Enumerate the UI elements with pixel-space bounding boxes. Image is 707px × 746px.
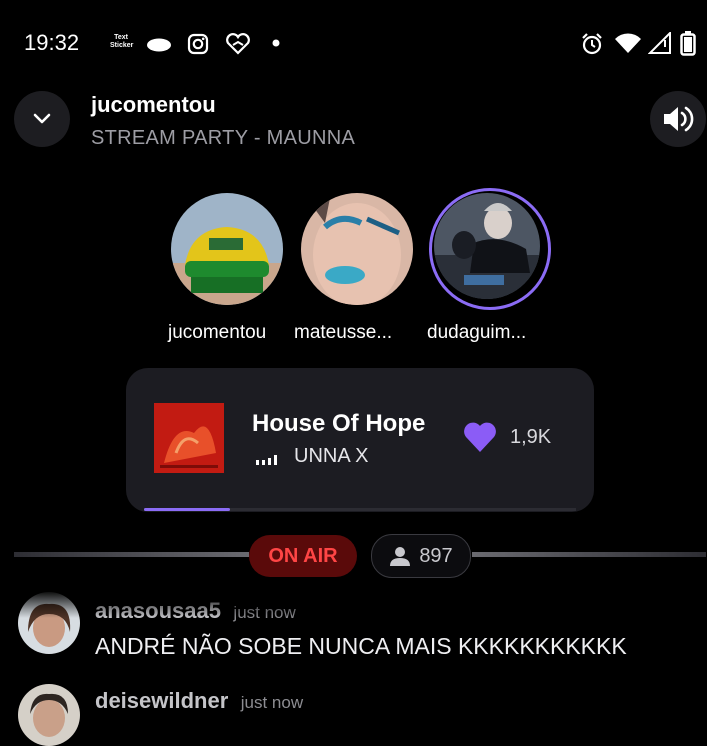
participant-avatar-jucomentou[interactable] xyxy=(171,193,283,305)
signal-icon xyxy=(648,32,671,54)
cloud-icon xyxy=(147,38,171,52)
participant-name: mateusse... xyxy=(294,322,393,343)
heart-app-icon xyxy=(226,33,250,55)
viewer-count: 897 xyxy=(419,544,453,567)
dot-icon xyxy=(272,39,280,47)
equalizer-icon xyxy=(256,455,277,465)
alarm-icon xyxy=(582,33,602,55)
status-time: 19:32 xyxy=(24,30,80,55)
chat-header: deisewildner just now xyxy=(95,688,303,714)
party-host-title: jucomentou xyxy=(91,92,216,117)
like-count: 1,9K xyxy=(510,426,552,448)
chat-avatar[interactable] xyxy=(18,684,80,746)
collapse-button[interactable] xyxy=(14,91,70,147)
chat-fade xyxy=(0,590,707,618)
person-icon xyxy=(390,547,411,566)
battery-icon xyxy=(680,31,696,56)
song-progress-bar xyxy=(144,508,576,511)
participant-name: dudaguim... xyxy=(427,322,527,343)
song-artist: UNNA X xyxy=(294,445,369,467)
volume-icon xyxy=(664,106,694,132)
on-air-badge: ON AIR xyxy=(249,535,357,577)
now-playing-card[interactable]: House Of Hope UNNA X 1,9K xyxy=(126,368,594,512)
heart-icon[interactable] xyxy=(462,420,498,454)
party-subtitle: STREAM PARTY - MAUNNA xyxy=(91,127,356,149)
participant-name: jucomentou xyxy=(168,322,267,343)
chat-username[interactable]: deisewildner xyxy=(95,688,228,713)
wifi-icon xyxy=(615,33,641,53)
song-progress-fill xyxy=(144,508,231,511)
chevron-down-icon xyxy=(33,113,51,124)
song-title: House Of Hope xyxy=(252,410,426,437)
participant-avatar-mateusse[interactable] xyxy=(301,193,413,305)
divider-right xyxy=(472,552,706,557)
instagram-icon xyxy=(187,33,209,55)
divider-left xyxy=(14,552,249,557)
chat-message: ANDRÉ NÃO SOBE NUNCA MAIS KKKKKKKKKKK xyxy=(95,633,627,659)
chat-timestamp: just now xyxy=(240,693,304,712)
viewer-count-badge[interactable]: 897 xyxy=(371,534,471,578)
text-sticker-icon: Text Sticker xyxy=(110,34,134,49)
volume-button[interactable] xyxy=(650,91,706,147)
album-art xyxy=(154,403,224,473)
participant-avatar-dudaguim[interactable] xyxy=(429,188,551,310)
